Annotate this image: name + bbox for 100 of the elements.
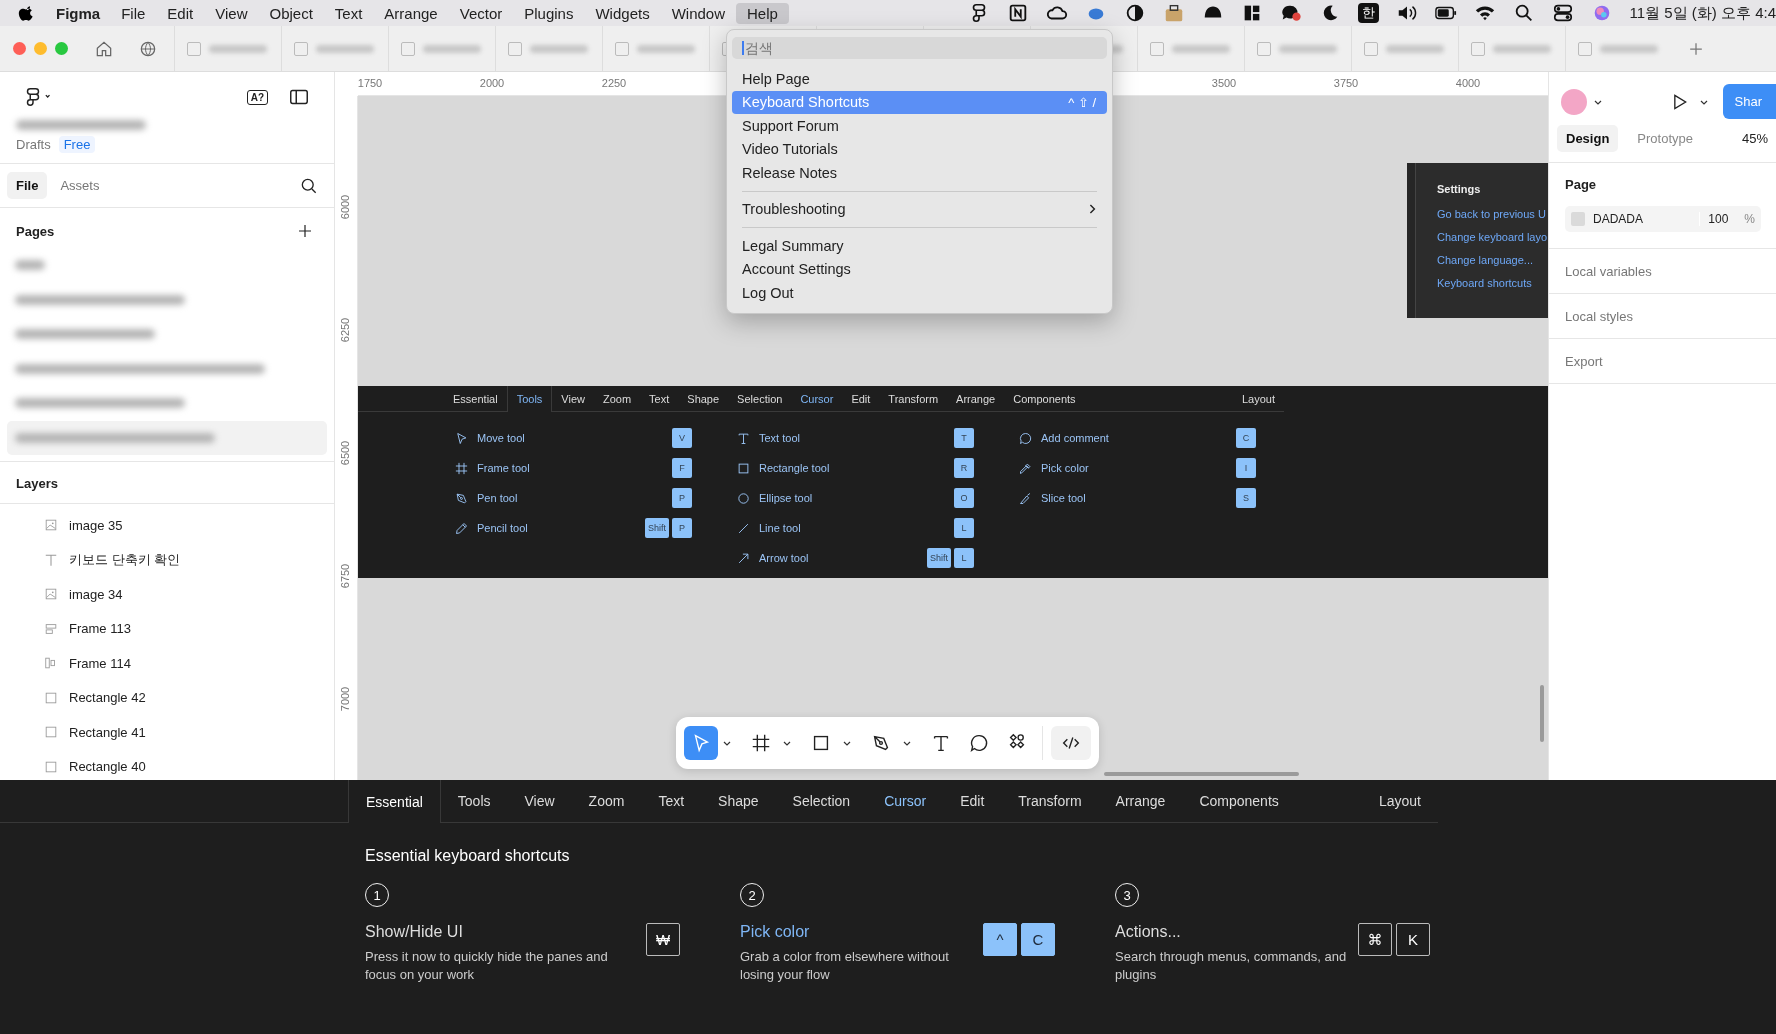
shortcut-tab[interactable]: Cursor xyxy=(867,780,944,822)
menu-item[interactable]: Vector xyxy=(448,2,514,24)
layer-name[interactable]: Frame 113 xyxy=(69,621,131,637)
rectangle-icon xyxy=(736,460,751,476)
shortcut-tab[interactable]: Essential xyxy=(348,780,441,823)
layer-name[interactable]: Rectangle 40 xyxy=(69,759,146,775)
menu-item[interactable]: Arrange xyxy=(373,2,449,24)
menu-item[interactable]: Object xyxy=(258,2,324,24)
text-icon xyxy=(736,430,751,446)
menu-item[interactable]: Window xyxy=(660,2,736,24)
panel-tab[interactable]: Prototype xyxy=(1628,125,1702,152)
app-menu[interactable]: Figma xyxy=(56,4,101,22)
settings-title: Settings xyxy=(1437,183,1482,195)
color-swatch[interactable] xyxy=(1571,212,1585,226)
layer-name[interactable]: image 35 xyxy=(69,517,123,533)
pencil-icon xyxy=(454,520,469,536)
shortcut-tab[interactable]: Arrange xyxy=(1098,780,1183,822)
menu-item[interactable]: Widgets xyxy=(584,2,661,24)
menu-item[interactable]: Legal Summary xyxy=(732,234,1107,258)
key-cap: S xyxy=(1236,488,1256,508)
tab-label: Arrange xyxy=(955,391,997,407)
tool-label: Frame tool xyxy=(477,462,530,474)
menu-item[interactable]: Account Settings xyxy=(732,257,1107,281)
color-field[interactable]: DADADA 100 % xyxy=(1565,206,1761,232)
tab-label: Zoom xyxy=(602,391,633,407)
rectangle-icon xyxy=(44,725,58,740)
tab-label: Selection xyxy=(736,391,784,407)
input-source-indicator[interactable]: 한 xyxy=(1357,3,1379,23)
menu-item[interactable]: Troubleshooting xyxy=(732,197,1107,221)
zoom-level[interactable]: 45% xyxy=(1741,131,1768,146)
key-cap: C xyxy=(1236,428,1256,448)
key-cap: ₩ xyxy=(646,923,680,956)
layer-name[interactable]: Frame 114 xyxy=(69,655,131,671)
unit-text: % xyxy=(1744,212,1755,226)
tool-label: Move tool xyxy=(477,432,525,444)
shortcut-tab[interactable]: Edit xyxy=(943,780,1002,822)
tab-label: Shape xyxy=(686,391,721,407)
shortcut-tab[interactable]: Shape xyxy=(701,780,776,822)
ruler-label: 6750 xyxy=(339,563,351,589)
ruler-label: 1750 xyxy=(357,77,383,89)
stack-icon xyxy=(44,621,58,636)
ruler-label: 6500 xyxy=(339,440,351,466)
tab-label: Cursor xyxy=(799,391,835,407)
menu-item[interactable]: Log Out xyxy=(732,281,1107,305)
menu-item[interactable]: Help xyxy=(736,2,789,24)
key-cap: O xyxy=(954,488,974,508)
panel-tab[interactable]: File xyxy=(7,172,48,199)
add-icon[interactable] xyxy=(296,222,314,240)
frame-icon xyxy=(750,732,772,754)
scrollbar[interactable] xyxy=(1104,772,1299,776)
scrollbar[interactable] xyxy=(1540,685,1544,742)
menu-item[interactable]: Support Forum xyxy=(732,114,1107,138)
menu-item[interactable]: Help Page xyxy=(732,67,1107,91)
shortcut-tab[interactable]: Selection xyxy=(775,780,868,822)
menu-item[interactable]: File xyxy=(110,2,157,24)
menu-item[interactable]: Release Notes xyxy=(732,161,1107,185)
ruler-label: 2000 xyxy=(479,77,505,89)
font-button[interactable]: A? xyxy=(246,89,268,105)
toggles-icon[interactable] xyxy=(1551,2,1574,24)
shortcut-tab[interactable]: Components xyxy=(1182,780,1296,822)
menu-item[interactable]: Text xyxy=(323,2,374,24)
menu-item[interactable]: View xyxy=(204,2,259,24)
search-input[interactable]: 검색 xyxy=(732,37,1107,59)
knife-icon xyxy=(1018,490,1033,506)
shortcut-tab[interactable]: Layout xyxy=(1361,780,1438,822)
clock-text[interactable]: 11월 5일 (화) 오후 4:4 xyxy=(1629,3,1776,23)
shortcut-description: Search through menus, commands, and plugins xyxy=(1115,948,1348,984)
tool-button[interactable] xyxy=(1051,726,1091,760)
layer-name[interactable]: image 34 xyxy=(69,586,123,602)
tab-label: Tools xyxy=(506,386,553,412)
shortcut-tab[interactable]: Transform xyxy=(1001,780,1099,822)
section-title[interactable]: Local variables xyxy=(1565,264,1652,279)
close-icon[interactable] xyxy=(13,42,26,55)
key-cap: ⌘ xyxy=(1358,923,1392,956)
opacity-value: 100 xyxy=(1708,212,1730,226)
tab-label: Layout xyxy=(1240,391,1276,407)
menu-item[interactable]: Video Tutorials xyxy=(732,137,1107,161)
menu-item[interactable]: Edit xyxy=(156,2,205,24)
tool-label: Arrow tool xyxy=(759,552,809,564)
shortcut-tab[interactable]: Tools xyxy=(440,780,508,822)
panel-tab[interactable]: Assets xyxy=(51,172,109,199)
ruler-label: 4000 xyxy=(1455,77,1481,89)
section-title[interactable]: Export xyxy=(1565,354,1603,369)
menu-item[interactable]: Plugins xyxy=(513,2,585,24)
section-title[interactable]: Local styles xyxy=(1565,309,1633,324)
layer-name[interactable]: 키보드 단축키 확인 xyxy=(69,550,181,569)
apple-icon[interactable] xyxy=(18,4,36,22)
layer-name[interactable]: Rectangle 42 xyxy=(69,690,146,706)
panel-tab[interactable]: Design xyxy=(1557,125,1619,152)
shortcut-tab[interactable]: View xyxy=(507,780,572,822)
tab-label: Text xyxy=(648,391,671,407)
shortcut-tab[interactable]: Zoom xyxy=(571,780,642,822)
key-cap: V xyxy=(672,428,692,448)
rectangle-icon xyxy=(44,759,58,774)
key-cap: P xyxy=(672,518,692,538)
shortcut-tab[interactable]: Text xyxy=(641,780,702,822)
pointer-icon xyxy=(454,430,469,446)
key-cap: L xyxy=(954,548,974,568)
layer-name[interactable]: Rectangle 41 xyxy=(69,724,146,740)
arrow-icon xyxy=(736,550,751,566)
